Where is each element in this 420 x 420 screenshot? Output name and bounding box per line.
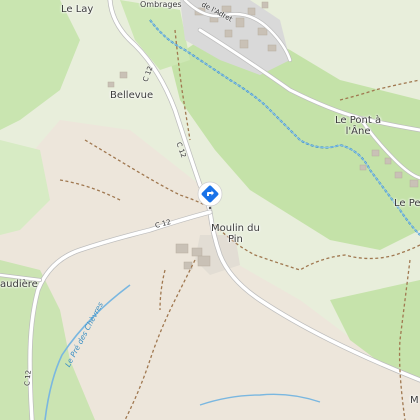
map-layer: [0, 0, 420, 420]
place-label-bottom-right: M: [410, 395, 419, 406]
place-label-le-pont: Le Pont à l'Âne: [335, 115, 382, 137]
place-label-le-pet: Le Pet: [394, 198, 420, 209]
place-label-bellevue: Bellevue: [110, 90, 154, 101]
road-label-c12-south: C 12: [23, 369, 33, 387]
place-label-ombrages: Ombrages: [140, 0, 182, 9]
map-canvas[interactable]: Le Lay Ombrages de l'Adret Bellevue Le P…: [0, 0, 420, 420]
place-label-moulin: Moulin du Pin: [211, 223, 260, 245]
directions-marker[interactable]: [197, 181, 223, 209]
place-label-audiere: audière: [0, 279, 38, 290]
place-label-le-lay: Le Lay: [61, 4, 94, 15]
directions-diamond-icon: [197, 181, 223, 209]
